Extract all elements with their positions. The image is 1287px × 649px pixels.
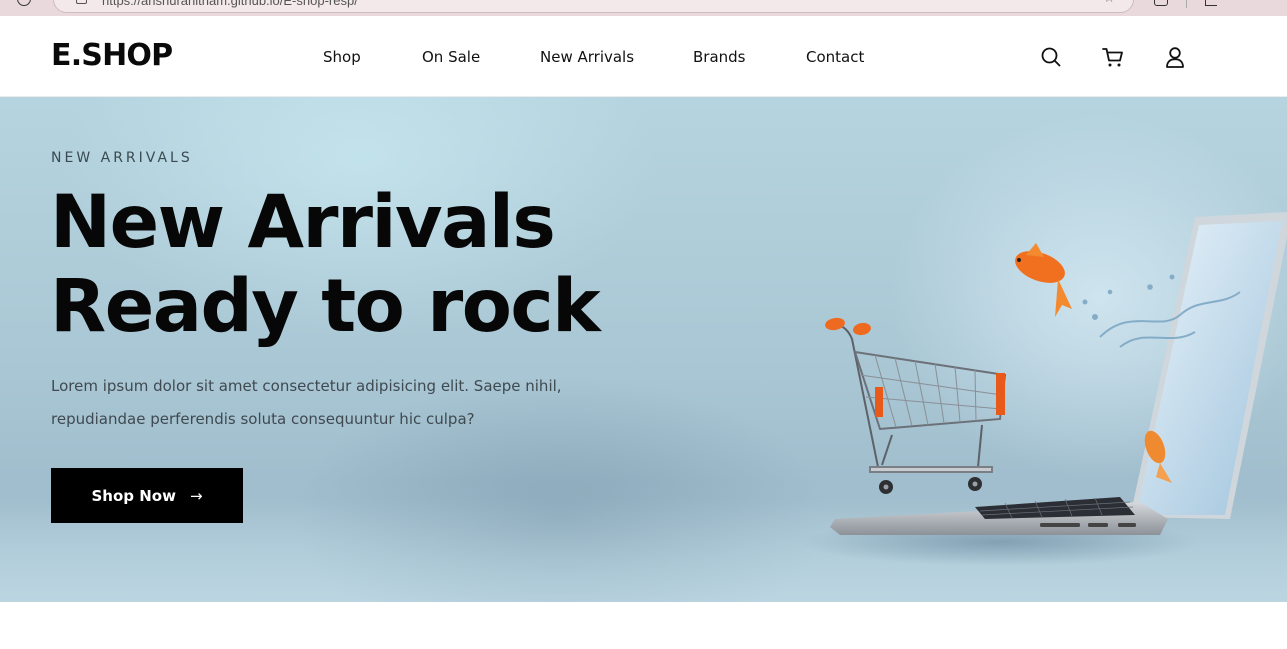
site-logo[interactable]: E.SHOP [51, 38, 173, 73]
hero-description: Lorem ipsum dolor sit amet consectetur a… [51, 370, 611, 436]
address-bar[interactable]: https://anshuranitham.github.io/E-shop-r… [53, 0, 1134, 13]
nav-on-sale[interactable]: On Sale [422, 48, 480, 66]
cart-icon[interactable] [1100, 44, 1126, 70]
nav-new-arrivals[interactable]: New Arrivals [540, 48, 634, 66]
site-header: E.SHOP Shop On Sale New Arrivals Brands … [0, 16, 1287, 97]
nav-shop[interactable]: Shop [323, 48, 361, 66]
hero-banner: NEW ARRIVALS New Arrivals Ready to rock … [0, 97, 1287, 602]
goldfish-icon [1015, 243, 1072, 317]
browser-chrome: https://anshuranitham.github.io/E-shop-r… [0, 0, 1287, 16]
hero-eyebrow: NEW ARRIVALS [51, 150, 193, 166]
lock-icon [76, 0, 87, 4]
extensions-icon[interactable] [1154, 0, 1168, 6]
hero-description-line2: repudiandae perferendis soluta consequun… [51, 410, 475, 428]
hero-headline-line1: New Arrivals [50, 180, 556, 265]
nav-brands[interactable]: Brands [693, 48, 746, 66]
user-icon[interactable] [1162, 44, 1188, 70]
nav-contact[interactable]: Contact [806, 48, 864, 66]
cart-handle-accent [996, 373, 1005, 415]
hero-headline-line2: Ready to rock [50, 264, 601, 349]
search-icon[interactable] [1038, 44, 1064, 70]
cart-grip-icon [825, 317, 871, 336]
shop-now-label: Shop Now [91, 486, 176, 505]
shop-now-button[interactable]: Shop Now → [51, 468, 243, 523]
arrow-right-icon: → [189, 486, 203, 505]
hero-description-line1: Lorem ipsum dolor sit amet consectetur a… [51, 377, 562, 395]
shopping-cart-icon [827, 323, 1007, 473]
cart-wheel-icon [879, 477, 982, 494]
hero-product-image [800, 212, 1287, 566]
address-bar-url: https://anshuranitham.github.io/E-shop-r… [102, 0, 358, 8]
profile-icon[interactable] [1205, 0, 1217, 6]
bookmark-star-icon[interactable]: ☆ [1103, 0, 1115, 6]
cart-side-accent [875, 387, 883, 417]
hero-headline: New Arrivals Ready to rock [50, 180, 601, 349]
toolbar-divider [1186, 0, 1187, 8]
reload-icon[interactable] [17, 0, 31, 6]
